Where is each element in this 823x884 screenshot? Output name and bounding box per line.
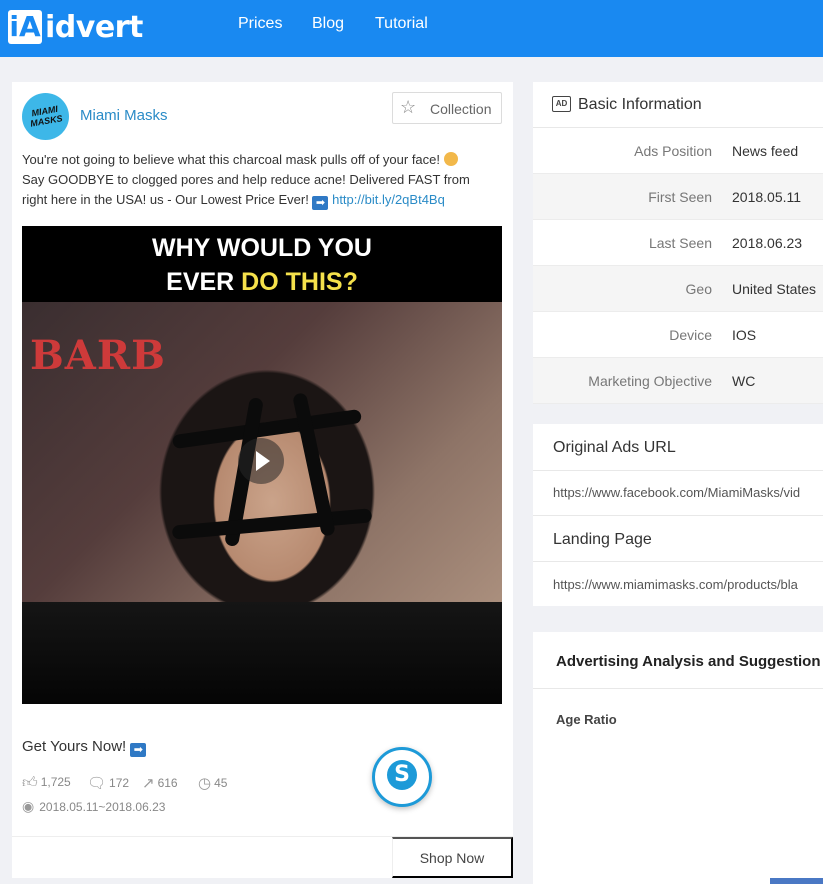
info-value: 2018.05.11 [732,189,802,205]
info-key: Geo [685,281,712,297]
barber-sign: BARB [30,332,166,379]
basic-info-title: Basic Information [578,96,702,113]
video-thumbnail: BARB [22,302,502,704]
info-row: Ads Position News feed [533,128,823,174]
landing-page-title: Landing Page [553,531,652,548]
comments-stat: 🗨︎ 172 [87,774,129,792]
ad-text: You're not going to believe what this ch… [22,150,506,210]
landing-page-url[interactable]: https://www.miamimasks.com/products/bla [553,577,823,592]
bottom-strip [770,878,823,884]
caption-line-2b: DO THIS? [241,268,358,296]
collection-label: Collection [430,101,492,117]
ad-icon: AD [552,96,571,112]
mask-stroke [171,508,373,540]
comment-icon: 🗨︎ [87,775,107,792]
avatar-text: MIAMI MASKS [29,103,64,129]
ad-text-line-3: right here in the USA! us - Our Lowest P… [22,192,309,207]
logo-mark: iA [8,10,42,44]
date-range: ◉ 2018.05.11~2018.06.23 [22,798,165,815]
date-range-text: 2018.05.11~2018.06.23 [39,800,166,814]
play-icon[interactable] [238,438,284,484]
info-value: News feed [732,143,799,159]
cta-label: Get Yours Now! [22,738,127,755]
nav-prices[interactable]: Prices [238,15,282,33]
info-row: Marketing Objective WC [533,358,823,404]
logo[interactable]: iA idvert [8,9,143,45]
age-ratio-label: Age Ratio [556,712,617,727]
url-panel: Original Ads URL https://www.facebook.co… [533,424,823,606]
likes-count: 1,725 [40,775,71,789]
info-key: Marketing Objective [588,373,712,389]
cape [22,602,502,704]
info-value: 2018.06.23 [732,235,803,251]
info-row: Device IOS [533,312,823,358]
ad-text-line-1: You're not going to believe what this ch… [22,152,441,167]
info-value: IOS [732,327,757,343]
info-key: Ads Position [634,143,712,159]
shares-stat: ↗ 616 [142,774,178,792]
divider [533,515,823,516]
caption-line-1: WHY WOULD YOU [152,234,372,262]
video-caption: WHY WOULD YOU EVER DO THIS? [22,226,502,302]
emoji-icon [443,152,458,166]
views-stat: ◷ 45 [198,774,227,792]
share-icon: ↗ [142,775,155,792]
advertiser-name[interactable]: Miami Masks [80,107,168,124]
info-key: First Seen [648,189,712,205]
collection-button[interactable]: ☆ Collection [392,92,502,124]
analysis-panel: Advertising Analysis and Suggestion Age … [533,632,823,884]
cta-text: Get Yours Now! ➡ [22,738,147,757]
basic-info-header: AD Basic Information [533,82,823,128]
top-bar: iA idvert Prices Blog Tutorial [0,0,823,57]
views-count: 45 [214,776,228,790]
logo-text: idvert [45,9,143,45]
eye-icon: ◉ [22,798,35,814]
divider [533,561,823,562]
clock-icon: ◷ [198,775,212,792]
star-icon: ☆ [400,97,417,117]
divider [533,688,823,689]
analysis-title: Advertising Analysis and Suggestion [556,653,821,670]
basic-info-panel: AD Basic Information Ads Position News f… [533,82,823,404]
original-url[interactable]: https://www.facebook.com/MiamiMasks/vid [553,485,823,500]
info-row: First Seen 2018.05.11 [533,174,823,220]
ad-card: MIAMI MASKS Miami Masks ☆ Collection You… [12,82,513,878]
thumbs-up-icon: 👍︎ [22,774,38,791]
info-row: Last Seen 2018.06.23 [533,220,823,266]
avatar[interactable]: MIAMI MASKS [22,93,69,140]
info-key: Device [669,327,712,343]
comments-count: 172 [109,776,130,790]
nav-blog[interactable]: Blog [312,15,344,33]
info-value: WC [732,373,756,389]
info-row: Geo United States [533,266,823,312]
shares-count: 616 [157,776,178,790]
skype-icon[interactable] [372,747,432,807]
arrow-right-icon: ➡ [130,743,147,757]
ad-video[interactable]: WHY WOULD YOU EVER DO THIS? BARB [22,226,502,704]
caption-line-2a: EVER [166,268,242,296]
info-key: Last Seen [648,235,712,251]
shop-now-button[interactable]: Shop Now [392,837,513,878]
ad-link[interactable]: http://bit.ly/2qBt4Bq [332,192,445,207]
original-url-title: Original Ads URL [553,439,676,456]
ad-text-line-2: Say GOODBYE to clogged pores and help re… [22,172,470,187]
divider [533,470,823,471]
arrow-right-icon: ➡ [312,196,329,210]
likes-stat: 👍︎ 1,725 [22,774,71,792]
nav-tutorial[interactable]: Tutorial [375,15,428,33]
info-value: United States [732,281,817,297]
